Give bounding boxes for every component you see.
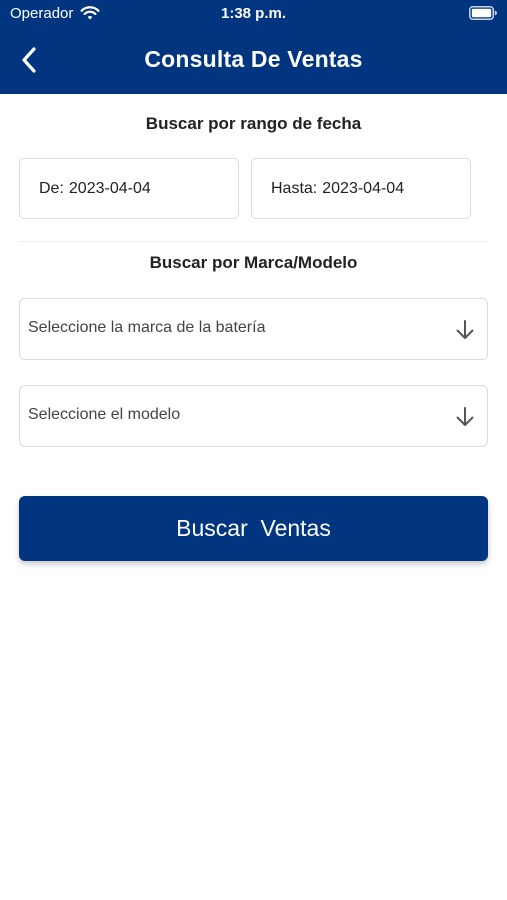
arrow-down-icon xyxy=(456,407,474,426)
brand-select-placeholder: Seleccione la marca de la batería xyxy=(28,319,266,336)
brand-select[interactable]: Seleccione la marca de la batería xyxy=(19,298,488,360)
date-to-label: Hasta: xyxy=(271,179,318,197)
status-time: 1:38 p.m. xyxy=(220,5,287,22)
app-header: Operador 1:38 p.m. Consulta De Ventas xyxy=(0,0,507,94)
date-from-value: 2023-04-04 xyxy=(68,179,151,197)
date-from-label: De: xyxy=(39,179,64,197)
arrow-down-icon xyxy=(456,320,474,339)
back-button[interactable] xyxy=(12,42,46,78)
status-bar: Operador 1:38 p.m. xyxy=(0,0,507,28)
date-range-section-title: Buscar por rango de fecha xyxy=(145,114,362,133)
date-to-field[interactable]: Hasta: 2023-04-04 xyxy=(251,158,471,219)
date-to-value: 2023-04-04 xyxy=(322,179,405,197)
brand-model-section-title: Buscar por Marca/Modelo xyxy=(149,253,358,272)
page-title: Consulta De Ventas xyxy=(144,46,363,72)
date-from-field[interactable]: De: 2023-04-04 xyxy=(19,158,239,219)
chevron-left-icon xyxy=(22,47,36,73)
search-sales-button[interactable]: Buscar Ventas xyxy=(19,496,488,561)
section-divider xyxy=(19,241,488,242)
navigation-bar: Consulta De Ventas xyxy=(0,28,507,94)
battery-icon xyxy=(469,6,497,20)
model-select[interactable]: Seleccione el modelo xyxy=(19,385,488,447)
model-select-placeholder: Seleccione el modelo xyxy=(28,406,181,423)
